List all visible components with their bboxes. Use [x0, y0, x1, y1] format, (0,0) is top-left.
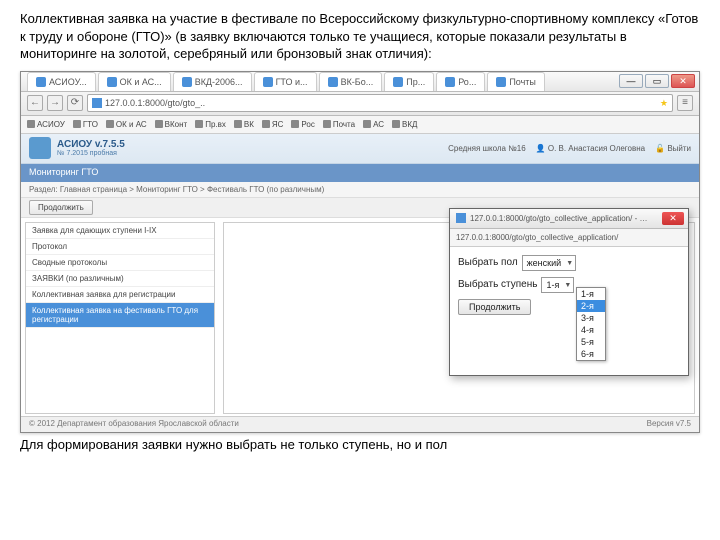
ribbon-tab-active[interactable]: Мониторинг ГТО [21, 164, 699, 182]
step-label: Выбрать ступень [458, 279, 537, 290]
browser-window: АСИОУ...ОК и АС...ВКД-2006...ГТО и...ВК-… [20, 71, 700, 433]
browser-tab[interactable]: ОК и АС... [98, 72, 171, 91]
browser-tab[interactable]: ВКД-2006... [173, 72, 252, 91]
footer: © 2012 Департамент образования Ярославск… [21, 416, 699, 432]
browser-tab[interactable]: АСИОУ... [27, 72, 96, 91]
popup-url-field[interactable]: 127.0.0.1:8000/gto/gto_collective_applic… [450, 229, 688, 247]
bookmark-item[interactable]: АС [363, 120, 384, 129]
favicon-icon [92, 98, 102, 108]
dropdown-option[interactable]: 6-я [577, 348, 605, 360]
browser-tab[interactable]: Ро... [436, 72, 485, 91]
chrome-icon [456, 213, 466, 223]
app-header: АСИОУ v.7.5.5 № 7.2015 пробная Средняя ш… [21, 134, 699, 164]
bookmark-item[interactable]: ГТО [73, 120, 98, 129]
sidebar-item[interactable]: Коллективная заявка на фестиваль ГТО для… [26, 303, 214, 328]
footer-text: Для формирования заявки нужно выбрать не… [0, 433, 720, 456]
url-field[interactable]: 127.0.0.1:8000/gto/gto_..★ [87, 94, 673, 112]
step-dropdown[interactable]: 1-я2-я3-я4-я5-я6-я [576, 287, 606, 361]
tab-strip: АСИОУ...ОК и АС...ВКД-2006...ГТО и...ВК-… [21, 72, 545, 91]
app-logo-icon [29, 137, 51, 159]
dropdown-option[interactable]: 3-я [577, 312, 605, 324]
app-title: АСИОУ v.7.5.5 [57, 139, 125, 150]
browser-tab[interactable]: ГТО и... [254, 72, 317, 91]
sidebar-item[interactable]: Заявка для сдающих ступени I-IX [26, 223, 214, 239]
gender-select[interactable]: женский [522, 255, 577, 271]
dropdown-option[interactable]: 5-я [577, 336, 605, 348]
bookmark-item[interactable]: ВКД [392, 120, 417, 129]
menu-button[interactable]: ≡ [677, 95, 693, 111]
reload-button[interactable]: ⟳ [67, 95, 83, 111]
close-button[interactable]: ✕ [671, 74, 695, 88]
logout-link[interactable]: 🔓 Выйти [655, 144, 691, 153]
maximize-button[interactable]: ▭ [645, 74, 669, 88]
browser-tab[interactable]: ВК-Бо... [319, 72, 383, 91]
bookmark-item[interactable]: ЯС [262, 120, 284, 129]
bookmark-item[interactable]: АСИОУ [27, 120, 65, 129]
popup-window: 127.0.0.1:8000/gto/gto_collective_applic… [449, 208, 689, 376]
continue-button[interactable]: Продолжить [29, 200, 93, 215]
bookmark-item[interactable]: ВК [234, 120, 254, 129]
dropdown-option[interactable]: 4-я [577, 324, 605, 336]
breadcrumb: Раздел: Главная страница > Мониторинг ГТ… [21, 182, 699, 198]
app-subtitle: № 7.2015 пробная [57, 150, 125, 157]
sidebar-item[interactable]: Коллективная заявка для регистрации [26, 287, 214, 303]
dropdown-option[interactable]: 1-я [577, 288, 605, 300]
popup-close-button[interactable]: ✕ [662, 212, 684, 225]
intro-text: Коллективная заявка на участие в фестива… [0, 0, 720, 71]
forward-button[interactable]: → [47, 95, 63, 111]
back-button[interactable]: ← [27, 95, 43, 111]
bookmark-star-icon[interactable]: ★ [660, 95, 668, 111]
minimize-button[interactable]: — [619, 74, 643, 88]
browser-tab[interactable]: Почты [487, 72, 545, 91]
popup-titlebar: 127.0.0.1:8000/gto/gto_collective_applic… [450, 209, 688, 229]
bookmark-item[interactable]: Почта [323, 120, 355, 129]
user-name: 👤 О. В. Анастасия Олеговна [536, 144, 645, 153]
gender-label: Выбрать пол [458, 257, 518, 268]
step-select[interactable]: 1-я [541, 277, 574, 293]
bookmark-item[interactable]: Пр.вх [195, 120, 226, 129]
popup-continue-button[interactable]: Продолжить [458, 299, 531, 315]
address-bar: ← → ⟳ 127.0.0.1:8000/gto/gto_..★ ≡ [21, 92, 699, 116]
dropdown-option[interactable]: 2-я [577, 300, 605, 312]
school-name: Средняя школа №16 [448, 144, 526, 153]
bookmarks-bar: АСИОУ ГТО ОК и АС ВКонт Пр.вх ВК ЯС Рос Почта АС В… [21, 116, 699, 134]
sidebar-item[interactable]: Протокол [26, 239, 214, 255]
sidebar-item[interactable]: ЗАЯВКИ (по различным) [26, 271, 214, 287]
bookmark-item[interactable]: ВКонт [155, 120, 188, 129]
sidebar-item[interactable]: Сводные протоколы [26, 255, 214, 271]
sidebar: Заявка для сдающих ступени I-IXПротоколС… [25, 222, 215, 414]
bookmark-item[interactable]: Рос [291, 120, 314, 129]
browser-tab[interactable]: Пр... [384, 72, 434, 91]
titlebar: АСИОУ...ОК и АС...ВКД-2006...ГТО и...ВК-… [21, 72, 699, 92]
bookmark-item[interactable]: ОК и АС [106, 120, 147, 129]
